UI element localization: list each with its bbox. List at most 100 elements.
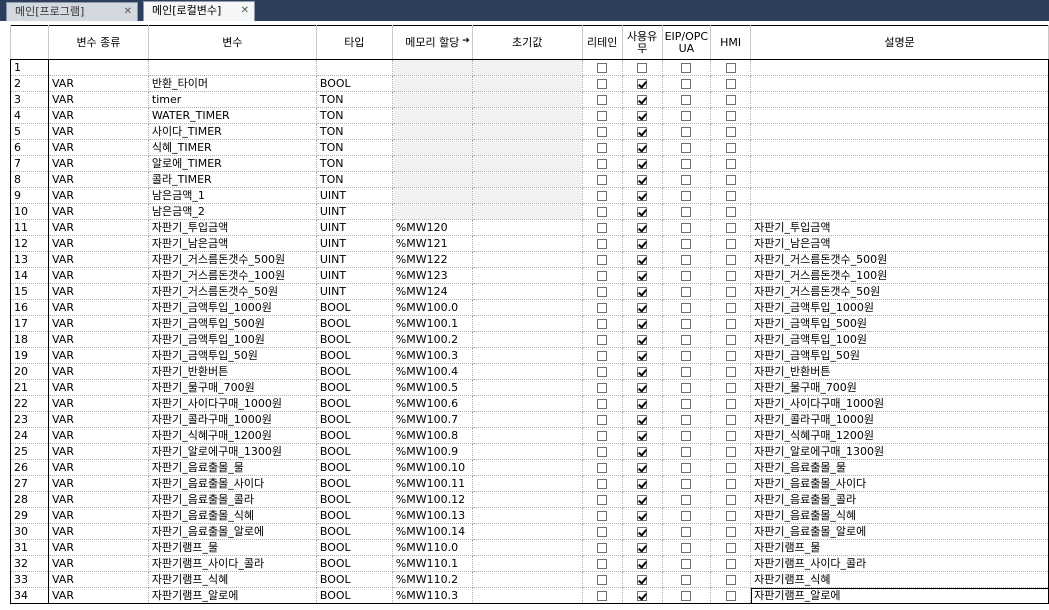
retain-checkbox[interactable]	[597, 478, 608, 489]
eip-opcua-checkbox[interactable]	[681, 430, 692, 441]
header-eip-opcua[interactable]: EIP/OPC UA	[661, 25, 712, 60]
type-cell[interactable]: TON	[316, 139, 393, 156]
eip-opcua-checkbox[interactable]	[681, 254, 692, 265]
initial-value-cell[interactable]	[472, 395, 583, 412]
initial-value-cell[interactable]	[472, 267, 583, 284]
description-cell[interactable]: 자판기_음료출몰_물	[750, 459, 1049, 476]
eip-opcua-checkbox[interactable]	[681, 222, 692, 233]
memory-allocation-cell[interactable]: %MW110.0	[392, 539, 473, 556]
variable-kind-cell[interactable]: VAR	[48, 315, 149, 332]
table-row[interactable]: 12 VAR 자판기_남은금액 UINT %MW121 자판기_남은금액	[10, 235, 1049, 252]
retain-checkbox[interactable]	[597, 62, 608, 73]
use-checkbox[interactable]	[637, 334, 648, 345]
memory-allocation-cell[interactable]	[392, 171, 473, 188]
hmi-checkbox[interactable]	[725, 286, 736, 297]
type-cell[interactable]: BOOL	[316, 363, 393, 380]
retain-checkbox[interactable]	[597, 158, 608, 169]
variable-name-cell[interactable]: 자판기_반환버튼	[148, 363, 317, 380]
initial-value-cell[interactable]	[472, 75, 583, 92]
description-cell[interactable]: 자판기_콜라구매_1000원	[750, 411, 1049, 428]
hmi-checkbox[interactable]	[725, 302, 736, 313]
variable-kind-cell[interactable]: VAR	[48, 443, 149, 460]
variable-kind-cell[interactable]: VAR	[48, 523, 149, 540]
tab-main-program[interactable]: 메인[프로그램] ✕	[6, 2, 138, 21]
initial-value-cell[interactable]	[472, 187, 583, 204]
hmi-checkbox[interactable]	[725, 126, 736, 137]
use-checkbox[interactable]	[637, 174, 648, 185]
variable-kind-cell[interactable]: VAR	[48, 363, 149, 380]
use-checkbox[interactable]	[637, 78, 648, 89]
initial-value-cell[interactable]	[472, 251, 583, 268]
variable-kind-cell[interactable]: VAR	[48, 571, 149, 588]
variable-kind-cell[interactable]: VAR	[48, 251, 149, 268]
table-row[interactable]: 19 VAR 자판기_금액투입_50원 BOOL %MW100.3 자판기_금액투입_50…	[10, 347, 1049, 364]
variable-name-cell[interactable]: 자판기_금액투입_100원	[148, 331, 317, 348]
hmi-checkbox[interactable]	[725, 206, 736, 217]
use-checkbox[interactable]	[637, 366, 648, 377]
use-checkbox[interactable]	[637, 318, 648, 329]
variable-name-cell[interactable]: 자판기램프_사이다_콜라	[148, 555, 317, 572]
eip-opcua-checkbox[interactable]	[681, 590, 692, 601]
description-cell[interactable]: 자판기_거스름돈갯수_50원	[750, 283, 1049, 300]
memory-allocation-cell[interactable]: %MW100.2	[392, 331, 473, 348]
eip-opcua-checkbox[interactable]	[681, 158, 692, 169]
retain-checkbox[interactable]	[597, 174, 608, 185]
variable-name-cell[interactable]: 자판기_금액투입_1000원	[148, 299, 317, 316]
hmi-checkbox[interactable]	[725, 158, 736, 169]
retain-checkbox[interactable]	[597, 574, 608, 585]
memory-allocation-cell[interactable]: %MW122	[392, 251, 473, 268]
variable-name-cell[interactable]: 자판기_음료출몰_식혜	[148, 507, 317, 524]
table-row[interactable]: 14 VAR 자판기_거스름돈갯수_100원 UINT %MW123 자판기_거스름돈갯수…	[10, 267, 1049, 284]
variable-name-cell[interactable]: 자판기_콜라구매_1000원	[148, 411, 317, 428]
eip-opcua-checkbox[interactable]	[681, 270, 692, 281]
memory-allocation-cell[interactable]	[392, 107, 473, 124]
table-row[interactable]: 26 VAR 자판기_음료출몰_물 BOOL %MW100.10 자판기_음료출몰_물	[10, 459, 1049, 476]
use-checkbox[interactable]	[637, 398, 648, 409]
memory-allocation-cell[interactable]	[392, 203, 473, 220]
close-icon[interactable]: ✕	[124, 3, 132, 20]
retain-checkbox[interactable]	[597, 254, 608, 265]
table-row[interactable]: 16 VAR 자판기_금액투입_1000원 BOOL %MW100.0 자판기_금액투입_…	[10, 299, 1049, 316]
eip-opcua-checkbox[interactable]	[681, 318, 692, 329]
description-cell[interactable]: 자판기_투입금액	[750, 219, 1049, 236]
description-cell[interactable]: 자판기_식혜구매_1200원	[750, 427, 1049, 444]
variable-kind-cell[interactable]: VAR	[48, 107, 149, 124]
table-row[interactable]: 13 VAR 자판기_거스름돈갯수_500원 UINT %MW122 자판기_거스름돈갯수…	[10, 251, 1049, 268]
initial-value-cell[interactable]	[472, 299, 583, 316]
type-cell[interactable]: UINT	[316, 187, 393, 204]
table-row[interactable]: 18 VAR 자판기_금액투입_100원 BOOL %MW100.2 자판기_금액투입_1…	[10, 331, 1049, 348]
memory-allocation-cell[interactable]: %MW100.7	[392, 411, 473, 428]
use-checkbox[interactable]	[637, 510, 648, 521]
description-cell[interactable]: 자판기_거스름돈갯수_100원	[750, 267, 1049, 284]
use-checkbox[interactable]	[637, 62, 648, 73]
retain-checkbox[interactable]	[597, 190, 608, 201]
initial-value-cell[interactable]	[472, 235, 583, 252]
variable-kind-cell[interactable]: VAR	[48, 171, 149, 188]
variable-kind-cell[interactable]: VAR	[48, 411, 149, 428]
memory-allocation-cell[interactable]: %MW110.3	[392, 587, 473, 604]
header-hmi[interactable]: HMI	[710, 25, 752, 60]
type-cell[interactable]: TON	[316, 107, 393, 124]
memory-allocation-cell[interactable]: %MW100.11	[392, 475, 473, 492]
variable-kind-cell[interactable]: VAR	[48, 123, 149, 140]
use-checkbox[interactable]	[637, 94, 648, 105]
memory-allocation-cell[interactable]: %MW100.0	[392, 299, 473, 316]
description-cell[interactable]: 자판기램프_사이다_콜라	[750, 555, 1049, 572]
variable-kind-cell[interactable]: VAR	[48, 155, 149, 172]
hmi-checkbox[interactable]	[725, 190, 736, 201]
memory-allocation-cell[interactable]: %MW110.1	[392, 555, 473, 572]
type-cell[interactable]: TON	[316, 123, 393, 140]
header-variable[interactable]: 변수	[147, 25, 317, 60]
description-cell[interactable]	[750, 107, 1049, 124]
eip-opcua-checkbox[interactable]	[681, 334, 692, 345]
memory-allocation-cell[interactable]	[392, 75, 473, 92]
use-checkbox[interactable]	[637, 382, 648, 393]
retain-checkbox[interactable]	[597, 366, 608, 377]
table-row[interactable]: 32 VAR 자판기램프_사이다_콜라 BOOL %MW110.1 자판기램프_사이다_콜…	[10, 555, 1049, 572]
eip-opcua-checkbox[interactable]	[681, 414, 692, 425]
use-checkbox[interactable]	[637, 254, 648, 265]
retain-checkbox[interactable]	[597, 94, 608, 105]
description-cell[interactable]: 자판기_금액투입_50원	[750, 347, 1049, 364]
variable-kind-cell[interactable]: VAR	[48, 395, 149, 412]
description-cell[interactable]: 자판기_음료출몰_알로에	[750, 523, 1049, 540]
